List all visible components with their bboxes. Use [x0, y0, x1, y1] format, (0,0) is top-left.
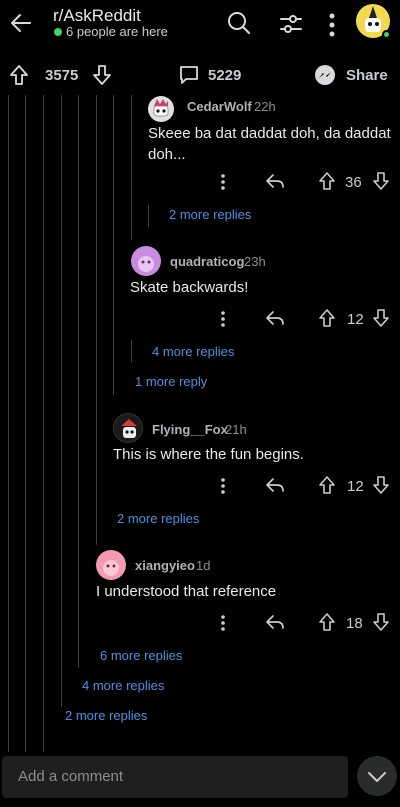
avatar[interactable] — [131, 246, 161, 276]
upvote-icon[interactable] — [9, 64, 29, 86]
more-replies-link[interactable]: 4 more replies — [152, 344, 234, 359]
comment-composer-bar: Add a comment — [0, 752, 400, 807]
subreddit-name[interactable]: r/AskReddit — [53, 6, 141, 26]
top-bar: r/AskReddit 6 people are here — [0, 0, 400, 50]
comment-body: I understood that reference — [96, 583, 277, 600]
more-options-icon[interactable] — [220, 310, 226, 328]
comment-timestamp: 1d — [196, 558, 211, 573]
add-comment-input[interactable]: Add a comment — [2, 756, 348, 798]
search-icon[interactable] — [226, 10, 252, 36]
comment-score: 36 — [345, 174, 362, 191]
online-status-dot — [382, 30, 391, 39]
add-comment-placeholder: Add a comment — [18, 768, 124, 785]
avatar[interactable] — [96, 550, 126, 580]
upvote-icon[interactable] — [318, 612, 336, 632]
back-arrow-icon[interactable] — [8, 10, 34, 36]
jump-to-comment-button[interactable] — [357, 756, 397, 796]
comment-actions: 36 — [210, 169, 395, 195]
comment-score: 12 — [347, 311, 364, 328]
upvote-icon[interactable] — [318, 171, 336, 191]
comment-timestamp: 23h — [244, 254, 266, 269]
comment-username[interactable]: Flying__Fox — [152, 422, 228, 437]
more-options-icon[interactable] — [220, 614, 226, 632]
comment-body: Skeee ba dat daddat doh, da daddat doh..… — [148, 125, 391, 163]
comment-score: 18 — [346, 615, 363, 632]
downvote-icon[interactable] — [372, 171, 390, 191]
reply-icon[interactable] — [265, 476, 285, 494]
sort-filter-icon[interactable] — [278, 11, 304, 37]
comment-actions: 12 — [210, 306, 395, 332]
upvote-icon[interactable] — [318, 475, 336, 495]
more-replies-link[interactable]: 1 more reply — [135, 374, 207, 389]
avatar[interactable] — [113, 413, 143, 443]
messenger-share-icon[interactable] — [314, 64, 336, 86]
more-options-icon[interactable] — [220, 477, 226, 495]
comment-score: 12 — [347, 478, 364, 495]
presence-text: 6 people are here — [66, 24, 168, 39]
more-replies-link[interactable]: 6 more replies — [100, 648, 182, 663]
comment-count[interactable]: 5229 — [208, 67, 241, 84]
comment-username[interactable]: CedarWolf — [187, 99, 252, 114]
more-options-icon[interactable] — [328, 12, 336, 38]
comment-body: Skate backwards! — [130, 279, 249, 296]
more-options-icon[interactable] — [220, 173, 226, 191]
comment-icon[interactable] — [178, 64, 200, 86]
share-button[interactable]: Share — [346, 67, 388, 84]
comment-username[interactable]: quadraticog — [170, 254, 244, 269]
reply-icon[interactable] — [265, 172, 285, 190]
more-replies-link[interactable]: 4 more replies — [82, 678, 164, 693]
comment-timestamp: 22h — [254, 99, 276, 114]
post-action-bar: 3575 5229 Share — [0, 55, 400, 95]
comment-timestamp: 21h — [225, 422, 247, 437]
downvote-icon[interactable] — [372, 475, 390, 495]
comment-actions: 18 — [210, 610, 395, 636]
downvote-icon[interactable] — [92, 64, 112, 86]
post-score: 3575 — [45, 67, 79, 84]
downvote-icon[interactable] — [372, 612, 390, 632]
more-replies-link[interactable]: 2 more replies — [169, 207, 251, 222]
comment-username[interactable]: xiangyieo — [135, 558, 195, 573]
avatar[interactable] — [148, 96, 174, 122]
upvote-icon[interactable] — [318, 308, 336, 328]
downvote-icon[interactable] — [372, 308, 390, 328]
reply-icon[interactable] — [265, 309, 285, 327]
comment-actions: 12 — [210, 473, 395, 499]
presence-dot — [54, 28, 62, 36]
more-replies-link[interactable]: 2 more replies — [117, 511, 199, 526]
comment-body: This is where the fun begins. — [113, 446, 304, 463]
reply-icon[interactable] — [265, 613, 285, 631]
more-replies-link[interactable]: 2 more replies — [65, 708, 147, 723]
